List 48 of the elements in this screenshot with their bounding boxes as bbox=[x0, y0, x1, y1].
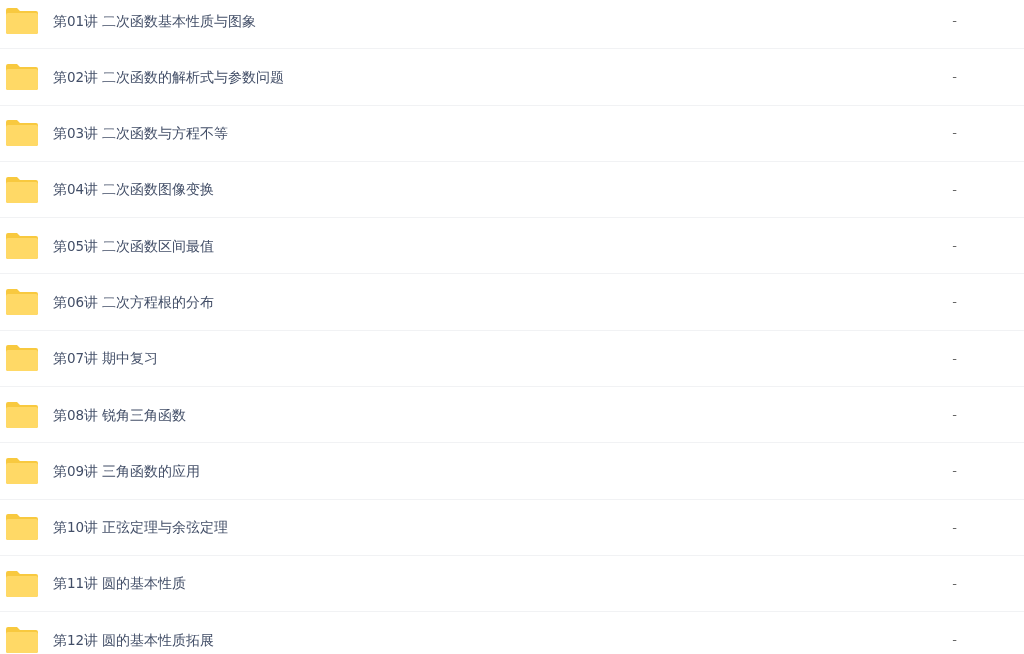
file-size: - bbox=[952, 11, 957, 30]
file-size: - bbox=[952, 349, 957, 368]
file-row[interactable]: 第01讲 二次函数基本性质与图象 - bbox=[0, 0, 1024, 50]
file-name[interactable]: 第06讲 二次方程根的分布 bbox=[53, 292, 215, 313]
folder-icon bbox=[6, 289, 38, 316]
file-size: - bbox=[952, 237, 957, 256]
file-name[interactable]: 第01讲 二次函数基本性质与图象 bbox=[53, 10, 257, 31]
file-row[interactable]: 第07讲 期中复习 - bbox=[0, 330, 1024, 388]
file-name[interactable]: 第11讲 圆的基本性质 bbox=[53, 573, 187, 594]
file-name[interactable]: 第04讲 二次函数图像变换 bbox=[53, 179, 215, 200]
file-row[interactable]: 第10讲 正弦定理与余弦定理 - bbox=[0, 499, 1024, 556]
file-size: - bbox=[952, 462, 957, 481]
file-size: - bbox=[952, 68, 957, 87]
file-row[interactable]: 第12讲 圆的基本性质拓展 - bbox=[0, 612, 1024, 654]
file-row[interactable]: 第08讲 锐角三角函数 - bbox=[0, 387, 1024, 444]
folder-icon bbox=[6, 401, 38, 428]
file-size: - bbox=[952, 293, 957, 312]
file-name[interactable]: 第07讲 期中复习 bbox=[53, 348, 159, 369]
folder-icon bbox=[6, 176, 38, 203]
folder-icon bbox=[6, 63, 38, 90]
file-row[interactable]: 第05讲 二次函数区间最值 - bbox=[0, 218, 1024, 275]
folder-icon bbox=[6, 514, 38, 541]
file-name[interactable]: 第09讲 三角函数的应用 bbox=[53, 460, 201, 482]
folder-icon bbox=[6, 626, 38, 653]
folder-icon bbox=[6, 458, 38, 484]
folder-icon bbox=[6, 7, 38, 34]
file-row[interactable]: 第06讲 二次方程根的分布 - bbox=[0, 274, 1024, 331]
file-row[interactable]: 第11讲 圆的基本性质 - bbox=[0, 555, 1024, 613]
file-name[interactable]: 第03讲 二次函数与方程不等 bbox=[53, 123, 229, 144]
file-row[interactable]: 第02讲 二次函数的解析式与参数问题 - bbox=[0, 49, 1024, 106]
file-name[interactable]: 第12讲 圆的基本性质拓展 bbox=[53, 629, 215, 651]
file-size: - bbox=[952, 180, 957, 199]
file-size: - bbox=[952, 124, 957, 143]
file-name[interactable]: 第10讲 正弦定理与余弦定理 bbox=[53, 517, 229, 538]
file-row[interactable]: 第04讲 二次函数图像变换 - bbox=[0, 161, 1024, 219]
file-name[interactable]: 第08讲 锐角三角函数 bbox=[53, 404, 187, 425]
folder-icon bbox=[6, 232, 38, 259]
folder-icon bbox=[6, 345, 38, 372]
folder-icon bbox=[6, 570, 38, 597]
folder-icon bbox=[6, 120, 38, 147]
file-size: - bbox=[952, 518, 957, 537]
file-size: - bbox=[952, 631, 957, 650]
file-name[interactable]: 第02讲 二次函数的解析式与参数问题 bbox=[53, 66, 285, 88]
file-row[interactable]: 第03讲 二次函数与方程不等 - bbox=[0, 105, 1024, 162]
file-name[interactable]: 第05讲 二次函数区间最值 bbox=[53, 235, 215, 256]
file-row[interactable]: 第09讲 三角函数的应用 - bbox=[0, 443, 1024, 500]
file-size: - bbox=[952, 574, 957, 593]
file-size: - bbox=[952, 405, 957, 424]
